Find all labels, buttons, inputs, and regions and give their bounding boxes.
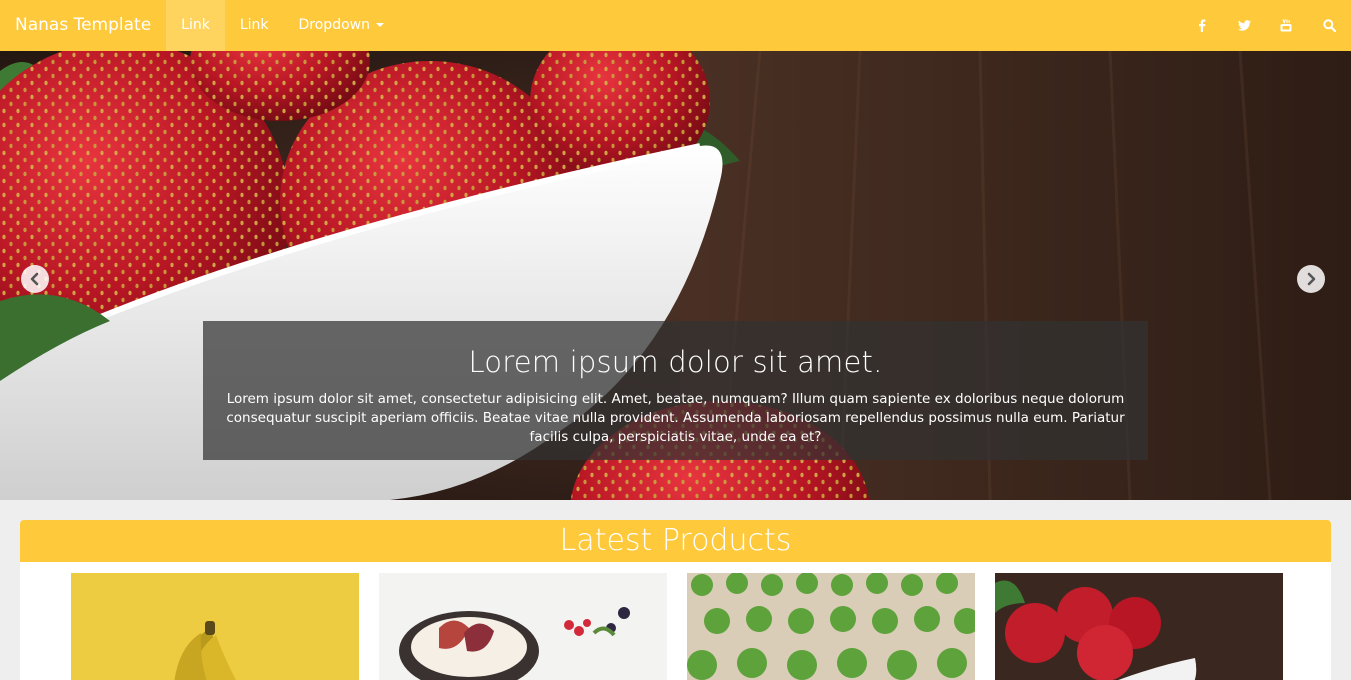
- nav-dropdown-label: Dropdown: [298, 17, 370, 33]
- search-icon[interactable]: [1307, 0, 1351, 51]
- product-image-fruit-bowl: [379, 573, 667, 680]
- nav-dropdown[interactable]: Dropdown: [284, 0, 399, 51]
- twitter-icon[interactable]: [1223, 0, 1265, 51]
- product-card-lettuce[interactable]: [687, 573, 975, 680]
- caret-down-icon: [375, 23, 384, 27]
- hero-carousel: Lorem ipsum dolor sit amet. Lorem ipsum …: [0, 51, 1351, 500]
- product-image-strawberries: [995, 573, 1283, 680]
- chevron-right-icon: [1307, 272, 1316, 286]
- product-image-bananas: [71, 573, 359, 680]
- top-navbar: Nanas Template Link Link Dropdown: [0, 0, 1351, 51]
- latest-products-section: Latest Products: [20, 520, 1331, 680]
- product-card-fruit-bowl[interactable]: [379, 573, 667, 680]
- carousel-next-button[interactable]: [1297, 265, 1325, 293]
- youtube-icon[interactable]: [1265, 0, 1307, 51]
- product-card-bananas[interactable]: [71, 573, 359, 680]
- facebook-icon[interactable]: [1181, 0, 1223, 51]
- social-links: [1181, 0, 1351, 51]
- brand-logo[interactable]: Nanas Template: [0, 0, 166, 51]
- latest-products-heading: Latest Products: [20, 520, 1331, 562]
- nav-link-1[interactable]: Link: [166, 0, 225, 51]
- carousel-prev-button[interactable]: [21, 265, 49, 293]
- caption-title: Lorem ipsum dolor sit amet.: [468, 345, 883, 379]
- chevron-left-icon: [30, 272, 39, 286]
- nav-link-2[interactable]: Link: [225, 0, 284, 51]
- caption-text: Lorem ipsum dolor sit amet, consectetur …: [226, 391, 1125, 445]
- carousel-caption: Lorem ipsum dolor sit amet. Lorem ipsum …: [203, 321, 1148, 460]
- product-image-lettuce: [687, 573, 975, 680]
- product-card-strawberries[interactable]: [995, 573, 1283, 680]
